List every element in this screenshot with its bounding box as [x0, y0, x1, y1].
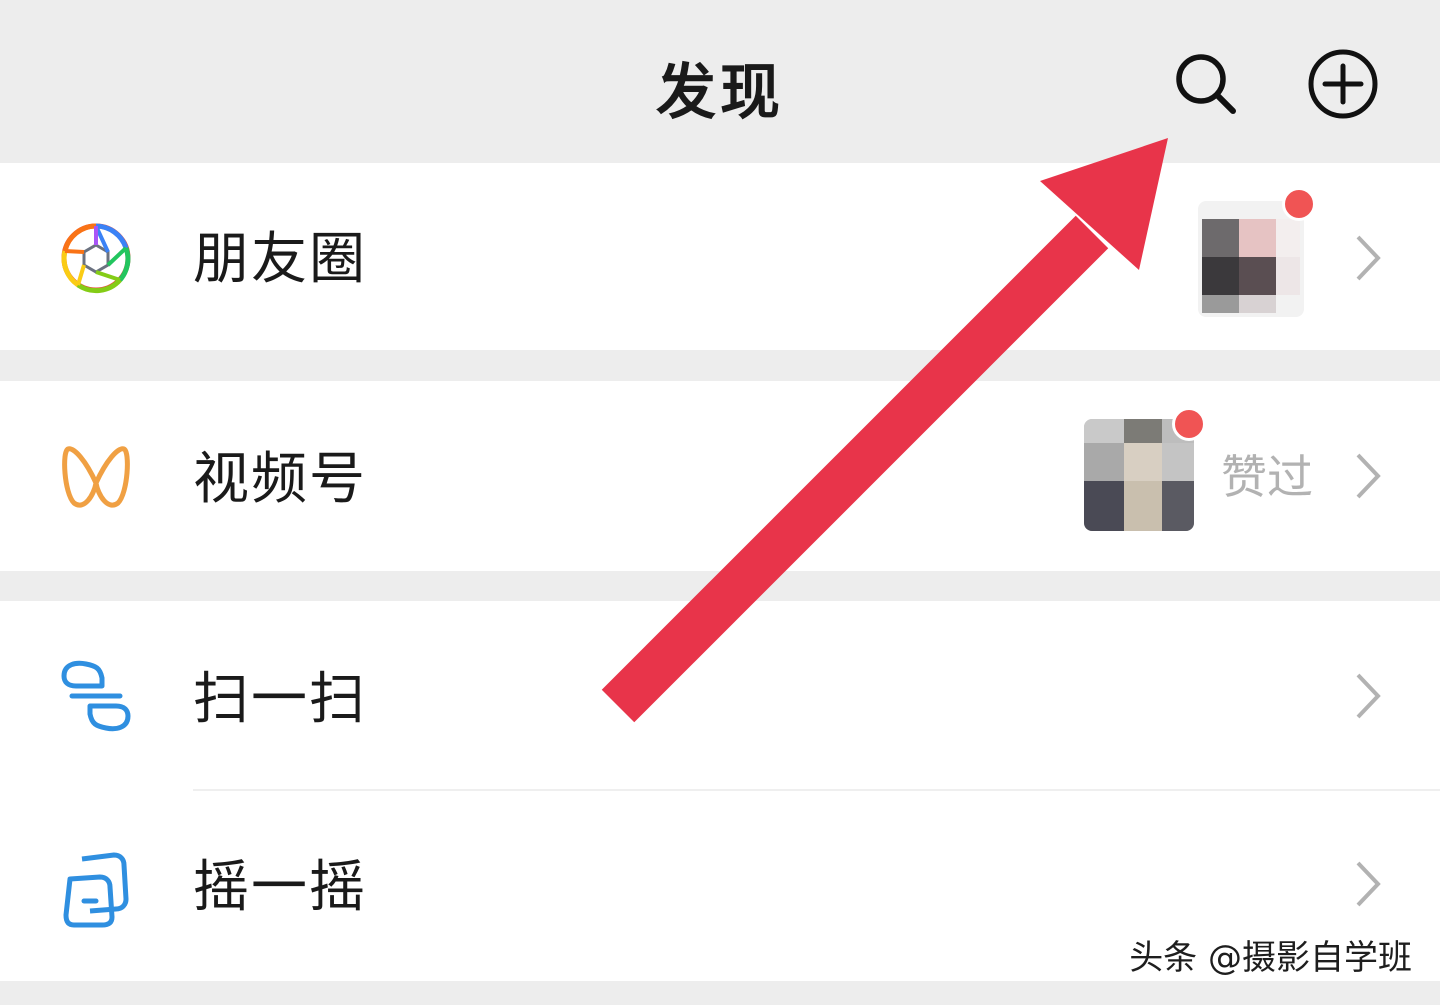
chevron-right-icon: [1356, 235, 1381, 281]
channels-row[interactable]: 视频号 赞过: [0, 381, 1440, 571]
top-bar: 发现: [0, 0, 1440, 162]
tools-group: 扫一扫 摇一摇: [0, 601, 1440, 981]
moments-red-dot: [1282, 187, 1316, 221]
plus-circle-icon: [1308, 49, 1378, 119]
channels-liked-text: 赞过: [1221, 450, 1313, 504]
shake-icon: [63, 852, 129, 928]
chevron-right-icon: [1356, 861, 1381, 907]
watermark: 头条 @摄影自学班: [1129, 938, 1412, 978]
add-button[interactable]: [1303, 44, 1383, 124]
channels-label: 视频号: [193, 447, 367, 512]
moments-thumbnail: [1198, 201, 1304, 317]
channels-butterfly-icon: [62, 446, 130, 508]
scan-label: 扫一扫: [193, 667, 367, 732]
channels-group: 视频号 赞过: [0, 381, 1440, 571]
channels-red-dot: [1172, 407, 1206, 441]
aperture-icon: [61, 223, 131, 294]
moments-row[interactable]: 朋友圈: [0, 163, 1440, 350]
search-icon: [1176, 54, 1236, 114]
chevron-right-icon: [1356, 673, 1381, 719]
moments-group: 朋友圈: [0, 163, 1440, 350]
search-button[interactable]: [1166, 44, 1246, 124]
scan-row[interactable]: 扫一扫: [0, 601, 1440, 789]
moments-label: 朋友圈: [193, 227, 367, 292]
chevron-right-icon: [1356, 453, 1381, 499]
shake-label: 摇一摇: [193, 855, 367, 920]
scan-icon: [61, 660, 131, 732]
